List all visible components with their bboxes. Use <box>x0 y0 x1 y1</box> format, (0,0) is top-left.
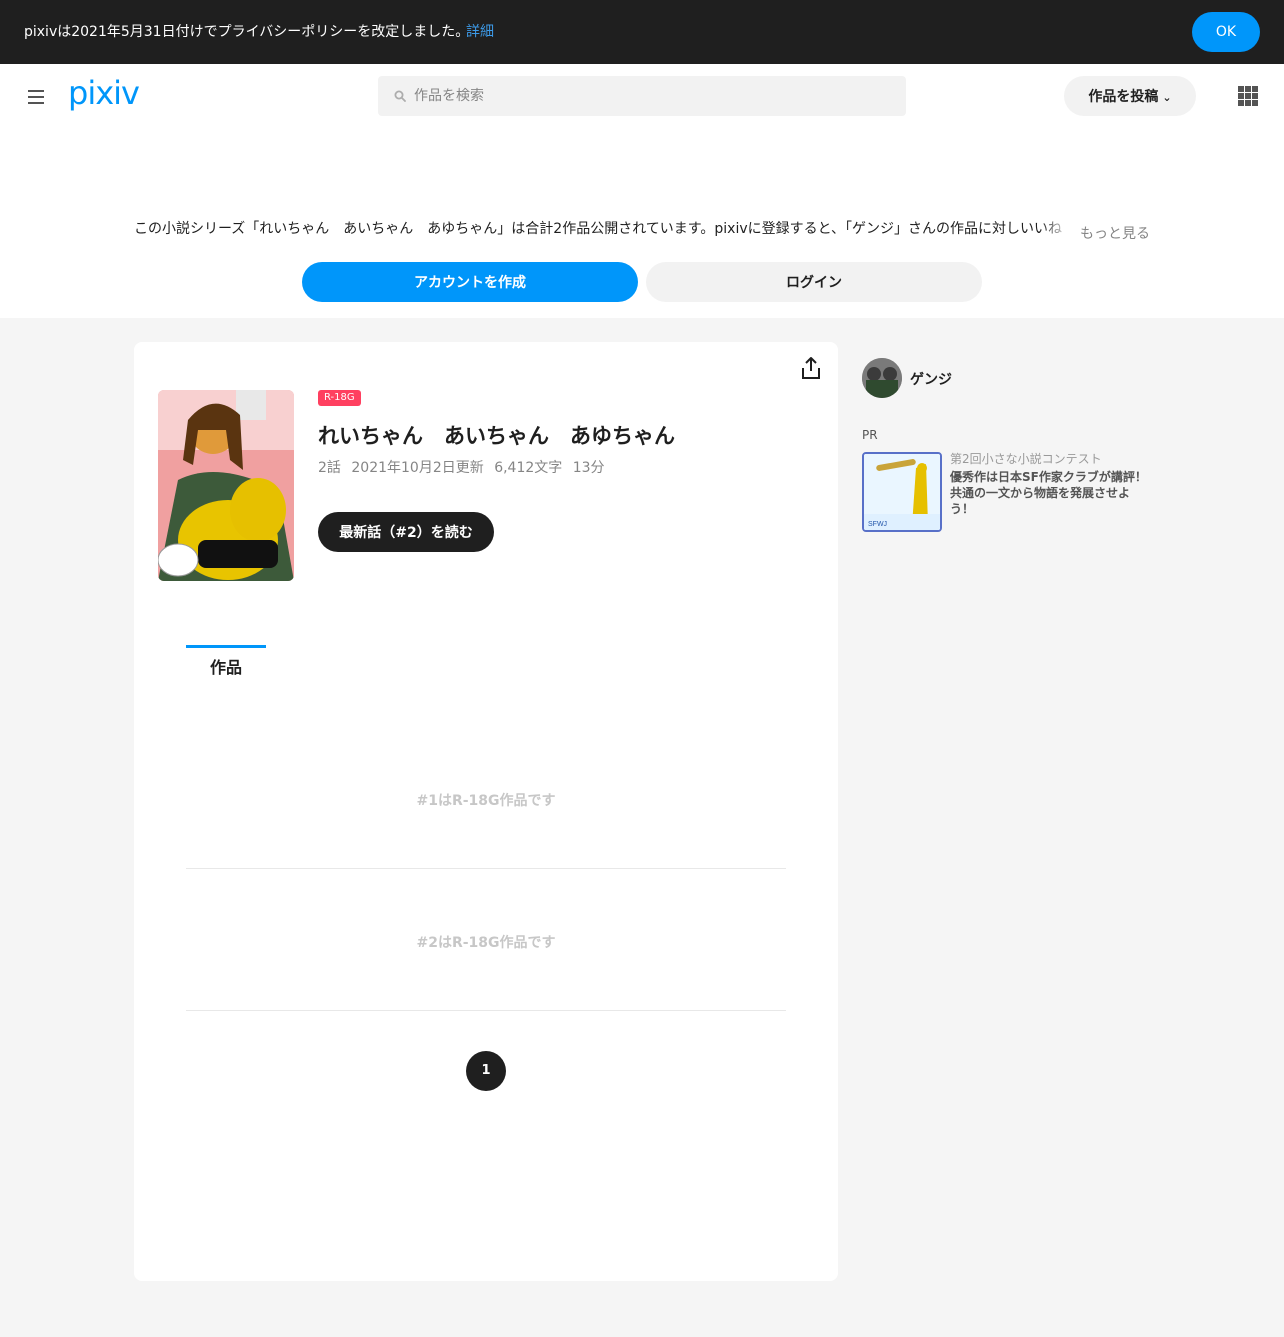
char-count: 6,412文字 <box>494 460 563 476</box>
episode-item[interactable]: #1はR-18G作品です <box>186 727 786 869</box>
updated-date: 2021年10月2日更新 <box>351 460 484 476</box>
create-account-button[interactable]: アカウントを作成 <box>302 262 638 302</box>
post-work-button[interactable]: 作品を投稿 ⌄ <box>1064 76 1196 116</box>
read-latest-button[interactable]: 最新話（#2）を読む <box>318 512 494 552</box>
series-title: れいちゃん あいちゃん あゆちゃん <box>318 424 675 448</box>
privacy-notice-text: pixivは2021年5月31日付けでプライバシーポリシーを改定しました。 <box>24 24 470 40</box>
service-grid-icon[interactable] <box>1238 86 1258 106</box>
series-meta: 2話 2021年10月2日更新 6,412文字 13分 <box>318 457 611 477</box>
pr-label: PR <box>862 428 878 442</box>
read-time: 13分 <box>572 460 605 476</box>
share-icon[interactable] <box>800 356 822 380</box>
login-button[interactable]: ログイン <box>646 262 982 302</box>
promo-fade <box>1040 218 1072 240</box>
search-box[interactable] <box>378 76 906 116</box>
pr-banner-image[interactable]: SFWJ <box>862 452 942 532</box>
header: pixiv 作品を投稿⌄ この小説シリーズ「れいちゃん あいちゃん あゆちゃん」… <box>0 64 1284 318</box>
episode-restricted-text: #2はR-18G作品です <box>416 935 556 951</box>
chevron-down-icon: ⌄ <box>1162 91 1172 104</box>
tab-works[interactable]: 作品 <box>186 645 266 685</box>
privacy-details-link[interactable]: 詳細 <box>466 23 494 41</box>
svg-text:SFWJ: SFWJ <box>868 521 887 528</box>
author-avatar[interactable] <box>862 358 902 398</box>
author-name[interactable]: ゲンジ <box>910 369 952 389</box>
ok-button[interactable]: OK <box>1192 12 1260 52</box>
series-promo-text: この小説シリーズ「れいちゃん あいちゃん あゆちゃん」は合計2作品公開されていま… <box>134 221 1063 237</box>
see-more-link[interactable]: もっと見る <box>1080 223 1150 243</box>
series-cover-image[interactable] <box>158 390 294 581</box>
pr-subtitle[interactable]: 第2回小さな小説コンテスト <box>950 450 1102 467</box>
episode-item[interactable]: #2はR-18G作品です <box>186 869 786 1011</box>
r18g-badge: R-18G <box>318 390 361 406</box>
pr-description[interactable]: 優秀作は日本SF作家クラブが講評！共通の一文から物語を発展させよう！ <box>950 469 1150 517</box>
series-card: R-18G れいちゃん あいちゃん あゆちゃん 2話 2021年10月2日更新 … <box>134 342 838 1281</box>
hamburger-menu-icon[interactable] <box>28 90 44 104</box>
page-number-current[interactable]: 1 <box>466 1051 506 1091</box>
search-input[interactable] <box>414 76 894 116</box>
pixiv-logo[interactable]: pixiv <box>68 74 140 112</box>
post-work-label: 作品を投稿 <box>1088 89 1159 105</box>
search-icon <box>394 90 406 102</box>
privacy-notice-bar: pixivは2021年5月31日付けでプライバシーポリシーを改定しました。 詳細… <box>0 0 1284 64</box>
episodes-count: 2話 <box>318 460 341 476</box>
episode-restricted-text: #1はR-18G作品です <box>416 793 556 809</box>
